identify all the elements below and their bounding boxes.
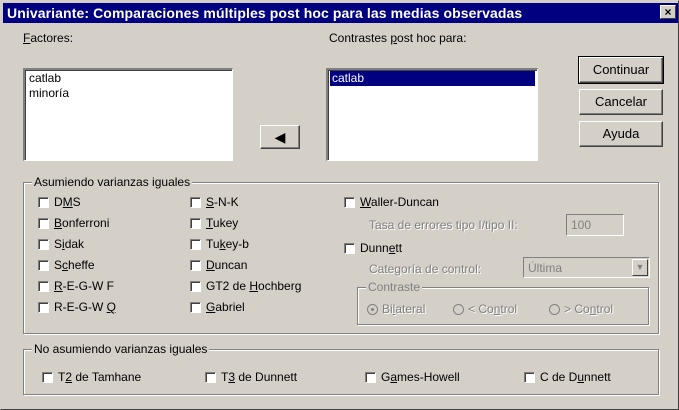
no-asumiendo-legend: No asumiendo varianzas iguales [32, 342, 210, 356]
contrastes-listbox[interactable]: catlab [326, 68, 538, 161]
close-button[interactable]: × [660, 5, 676, 19]
checkbox-t2-tamhane[interactable]: T2 de Tamhane [42, 370, 141, 384]
list-item-catlab[interactable]: catlab [27, 71, 230, 86]
checkbox-gt2-hochberg[interactable]: GT2 de Hochberg [190, 279, 301, 293]
radio-bilateral[interactable]: Bilateral [367, 302, 425, 316]
checkbox-sidak[interactable]: Sidak [38, 237, 84, 251]
contrastes-label: Contrastes post hoc para: [329, 31, 467, 45]
post-hoc-dialog: Univariante: Comparaciones múltiples pos… [0, 0, 679, 410]
list-item-minoria[interactable]: minoría [27, 86, 230, 101]
categoria-control-value: Última [528, 261, 563, 275]
checkbox-games-howell[interactable]: Games-Howell [365, 370, 460, 384]
continuar-button[interactable]: Continuar [578, 56, 664, 84]
chevron-down-icon[interactable]: ▼ [632, 259, 648, 276]
checkbox-waller-duncan[interactable]: Waller-Duncan [344, 195, 439, 209]
radio-less-control[interactable]: < Control [453, 302, 517, 316]
arrow-left-icon: ◀ [274, 129, 286, 145]
checkbox-bonferroni[interactable]: Bonferroni [38, 216, 109, 230]
checkbox-gabriel[interactable]: Gabriel [190, 300, 245, 314]
window-title: Univariante: Comparaciones múltiples pos… [7, 5, 523, 21]
categoria-control-label: Categoría de control: [369, 262, 482, 276]
factores-listbox[interactable]: catlab minoría [23, 68, 233, 161]
list-item-catlab-selected[interactable]: catlab [330, 71, 535, 86]
categoria-control-select[interactable]: Última ▼ [523, 257, 650, 278]
tasa-errores-input[interactable]: 100 [566, 214, 624, 236]
asumiendo-legend: Asumiendo varianzas iguales [32, 175, 193, 189]
checkbox-regwf[interactable]: R-E-G-W F [38, 279, 114, 293]
contraste-legend: Contraste [366, 280, 423, 294]
ayuda-button[interactable]: Ayuda [579, 121, 663, 147]
cancelar-button[interactable]: Cancelar [579, 89, 663, 115]
checkbox-snk[interactable]: S-N-K [190, 195, 239, 209]
checkbox-regwq[interactable]: R-E-G-W Q [38, 300, 116, 314]
factores-label: Factores: [23, 31, 74, 45]
radio-greater-control[interactable]: > Control [549, 302, 613, 316]
tasa-errores-label: Tasa de errores tipo I/tipo II: [369, 218, 518, 232]
title-bar: Univariante: Comparaciones múltiples pos… [3, 3, 678, 23]
checkbox-c-dunnett[interactable]: C de Dunnett [524, 370, 611, 384]
checkbox-scheffe[interactable]: Scheffe [38, 258, 95, 272]
checkbox-tukey[interactable]: Tukey [190, 216, 238, 230]
checkbox-dunnett[interactable]: Dunnett [344, 241, 402, 255]
move-arrow-button[interactable]: ◀ [260, 125, 300, 149]
checkbox-t3-dunnett[interactable]: T3 de Dunnett [205, 370, 297, 384]
checkbox-duncan[interactable]: Duncan [190, 258, 247, 272]
checkbox-tukey-b[interactable]: Tukey-b [190, 237, 249, 251]
checkbox-dms[interactable]: DMS [38, 195, 81, 209]
